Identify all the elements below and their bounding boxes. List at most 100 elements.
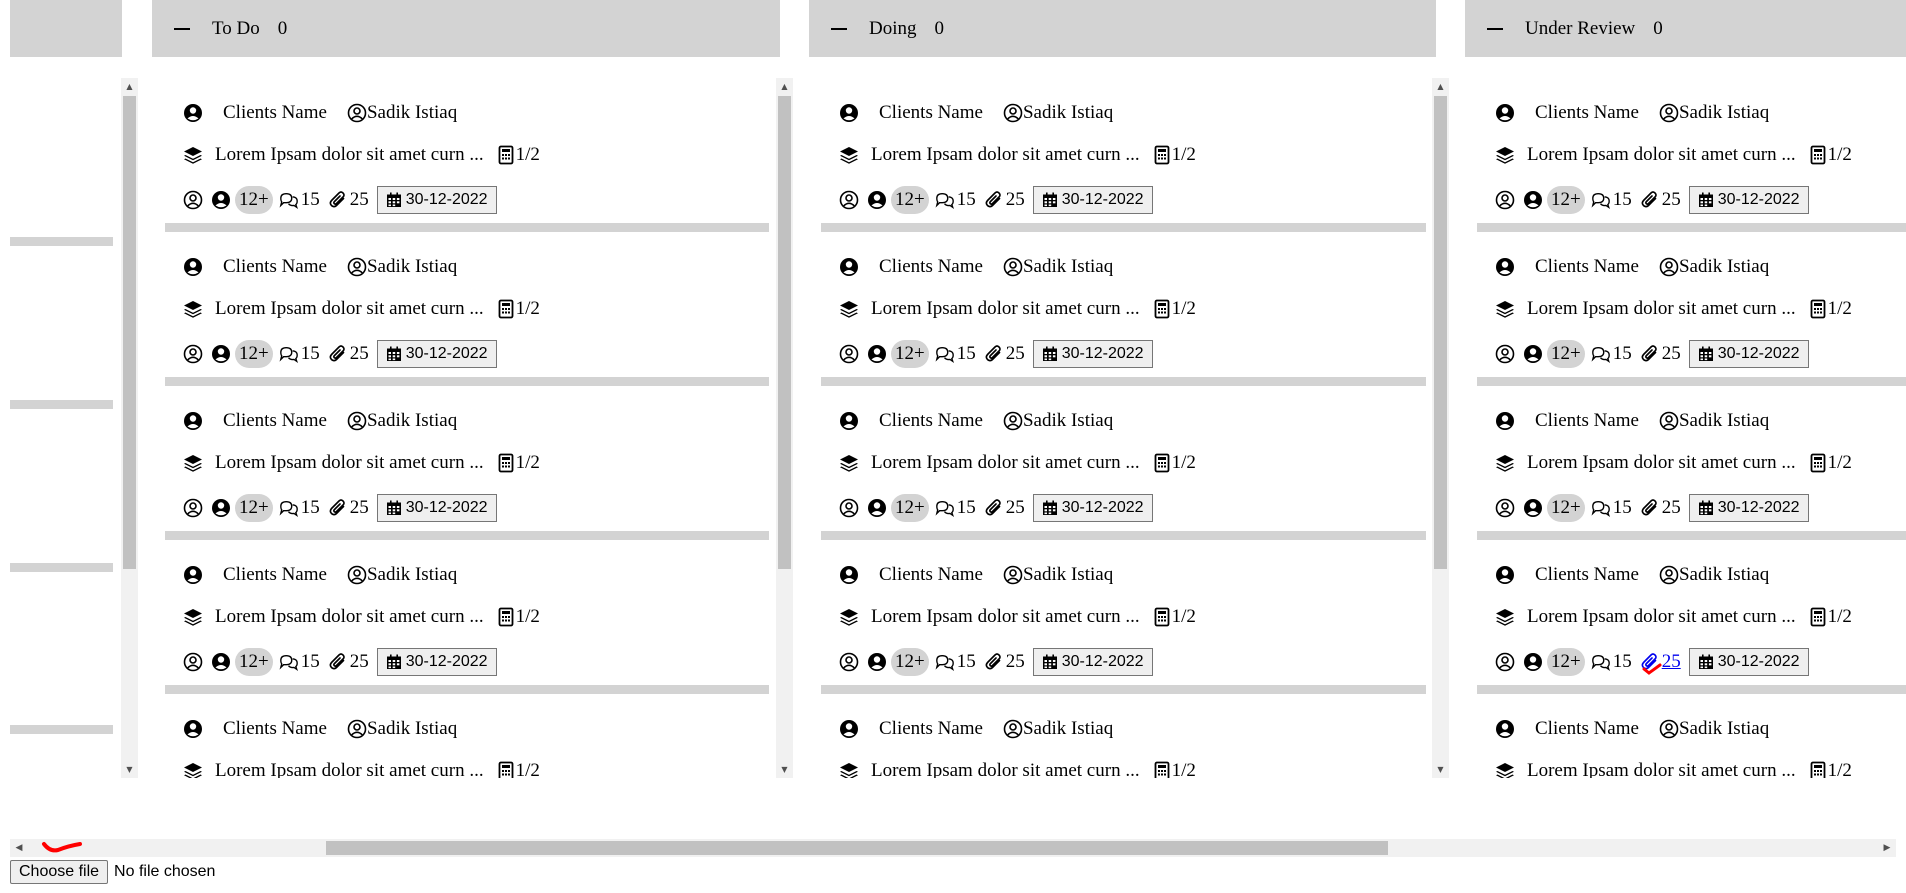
scroll-down-arrow-icon[interactable]: ▼ (121, 761, 138, 778)
due-date-button[interactable]: 30-12-2022 (1688, 648, 1809, 676)
task-card[interactable]: Clients Name Sadik Istiaq Lorem Ipsam dolo… (165, 232, 769, 386)
task-card[interactable]: Clients Name Sadik Istiaq Lorem Ipsam dolo… (821, 386, 1426, 540)
due-date-button[interactable]: 30-12-2022 (1032, 186, 1153, 214)
attachments-link: 25 (328, 497, 369, 519)
comments-icon (279, 190, 299, 210)
card-header-row: Clients Name Sadik Istiaq (1495, 410, 1769, 432)
scroll-up-arrow-icon[interactable]: ▲ (776, 78, 793, 95)
task-card[interactable]: Clients Name Sadik Istiaq Lorem Ipsam dolo… (821, 78, 1426, 232)
card-meta-row: 12+ 15 25 30-12-2022 (839, 494, 1153, 522)
task-card[interactable]: Clients Name Sadik Istiaq Lorem Ipsam dolo… (821, 694, 1426, 778)
user-circle-icon (867, 498, 887, 518)
user-circle-icon (1495, 103, 1515, 123)
task-card[interactable]: Clients Name Sadik Istiaq Lorem Ipsam dolo… (165, 386, 769, 540)
members-badge[interactable]: 12+ (1547, 494, 1585, 522)
calculator-icon (496, 145, 516, 165)
task-card[interactable]: Clients Name Sadik Istiaq Lorem Ipsam dolo… (1477, 78, 1906, 232)
task-card[interactable]: Clients Name Sadik Istiaq Lorem Ipsam dolo… (165, 78, 769, 232)
card-divider (165, 531, 769, 540)
card-description-row: Lorem Ipsam dolor sit amet curn ... 1/2 (183, 144, 540, 166)
choose-file-button[interactable]: Choose file (10, 860, 109, 884)
collapse-minus-icon[interactable] (831, 27, 847, 30)
scroll-up-arrow-icon[interactable]: ▲ (1432, 78, 1449, 95)
column-count: 0 (1653, 17, 1663, 39)
members-badge[interactable]: 12+ (1547, 648, 1585, 676)
members-badge[interactable]: 12+ (891, 340, 929, 368)
card-description-row: Lorem Ipsam dolor sit amet curn ... 1/2 (183, 298, 540, 320)
horizontal-scrollbar[interactable]: ◀ ▶ (10, 839, 1896, 857)
comments-icon (935, 344, 955, 364)
task-card[interactable]: Clients Name Sadik Istiaq Lorem Ipsam dolo… (165, 694, 769, 778)
vertical-scrollbar[interactable]: ▲ ▼ (1432, 78, 1449, 778)
attachment-count: 25 (1005, 497, 1025, 518)
paperclip-icon (1640, 344, 1660, 364)
due-date-button[interactable]: 30-12-2022 (1688, 186, 1809, 214)
user-outline-icon (1495, 344, 1515, 364)
task-card[interactable]: Clients Name Sadik Istiaq Lorem Ipsam dolo… (165, 540, 769, 694)
scroll-down-arrow-icon[interactable]: ▼ (776, 761, 793, 778)
subtask-count: 1/2 (1171, 144, 1196, 165)
paperclip-icon (1640, 498, 1660, 518)
card-meta-row: 12+ 15 25 30-12-2022 (839, 340, 1153, 368)
due-date-button[interactable]: 30-12-2022 (1688, 494, 1809, 522)
card-header-row: Clients Name Sadik Istiaq (839, 256, 1113, 278)
user-outline-icon (1495, 498, 1515, 518)
members-badge[interactable]: 12+ (891, 186, 929, 214)
card-meta-row: 12+ 15 25 30-12-2022 (839, 186, 1153, 214)
members-badge[interactable]: 12+ (891, 648, 929, 676)
comments-icon (1591, 190, 1611, 210)
attachments-link[interactable]: 25 (1640, 651, 1681, 673)
due-date-button[interactable]: 30-12-2022 (376, 340, 497, 368)
due-date-button[interactable]: 30-12-2022 (376, 648, 497, 676)
vertical-scroll-thumb[interactable] (123, 96, 136, 569)
due-date-button[interactable]: 30-12-2022 (376, 186, 497, 214)
card-divider (821, 685, 1426, 694)
card-header-row: Clients Name Sadik Istiaq (839, 102, 1113, 124)
task-card[interactable]: Clients Name Sadik Istiaq Lorem Ipsam dolo… (1477, 694, 1906, 778)
card-header-row: Clients Name Sadik Istiaq (1495, 564, 1769, 586)
due-date-button[interactable]: 30-12-2022 (1688, 340, 1809, 368)
members-badge[interactable]: 12+ (1547, 340, 1585, 368)
scroll-left-arrow-icon[interactable]: ◀ (10, 839, 28, 857)
file-input[interactable]: Choose file No file chosen (10, 860, 215, 884)
task-card[interactable]: Clients Name Sadik Istiaq Lorem Ipsam dolo… (821, 232, 1426, 386)
calendar-icon (1042, 192, 1058, 208)
due-date-button[interactable]: 30-12-2022 (1032, 648, 1153, 676)
members-badge[interactable]: 12+ (1547, 186, 1585, 214)
members-badge[interactable]: 12+ (235, 186, 273, 214)
scroll-right-arrow-icon[interactable]: ▶ (1878, 839, 1896, 857)
members-badge[interactable]: 12+ (235, 494, 273, 522)
card-header-row: Clients Name Sadik Istiaq (183, 410, 457, 432)
subtask-count: 1/2 (1171, 606, 1196, 627)
card-header-row: Clients Name Sadik Istiaq (1495, 256, 1769, 278)
vertical-scrollbar[interactable]: ▲ ▼ (121, 78, 138, 778)
members-badge[interactable]: 12+ (235, 340, 273, 368)
user-outline-icon (183, 344, 203, 364)
calendar-icon (1042, 346, 1058, 362)
collapse-minus-icon[interactable] (1487, 27, 1503, 30)
task-card[interactable]: Clients Name Sadik Istiaq Lorem Ipsam dolo… (1477, 232, 1906, 386)
card-list: Clients Name Sadik Istiaq Lorem Ipsam dolo… (821, 78, 1426, 778)
file-status-text: No file chosen (114, 863, 216, 880)
due-date-button[interactable]: 30-12-2022 (1032, 494, 1153, 522)
scroll-up-arrow-icon[interactable]: ▲ (121, 78, 138, 95)
due-date-button[interactable]: 30-12-2022 (1032, 340, 1153, 368)
task-card[interactable]: Clients Name Sadik Istiaq Lorem Ipsam dolo… (1477, 386, 1906, 540)
vertical-scroll-thumb[interactable] (1434, 96, 1447, 569)
card-header-row: Clients Name Sadik Istiaq (839, 410, 1113, 432)
task-card[interactable]: Clients Name Sadik Istiaq Lorem Ipsam dolo… (821, 540, 1426, 694)
horizontal-scroll-thumb[interactable] (326, 841, 1388, 855)
layers-icon (183, 761, 203, 778)
vertical-scroll-thumb[interactable] (778, 96, 791, 569)
members-badge[interactable]: 12+ (235, 648, 273, 676)
collapse-minus-icon[interactable] (174, 27, 190, 30)
task-card[interactable]: Clients Name Sadik Istiaq Lorem Ipsam dolo… (1477, 540, 1906, 694)
user-outline-icon (1659, 257, 1679, 277)
vertical-scrollbar[interactable]: ▲ ▼ (776, 78, 793, 778)
card-header-row: Clients Name Sadik Istiaq (1495, 718, 1769, 740)
calculator-icon (1808, 761, 1828, 778)
scroll-down-arrow-icon[interactable]: ▼ (1432, 761, 1449, 778)
comment-count: 15 (300, 189, 320, 210)
due-date-button[interactable]: 30-12-2022 (376, 494, 497, 522)
members-badge[interactable]: 12+ (891, 494, 929, 522)
